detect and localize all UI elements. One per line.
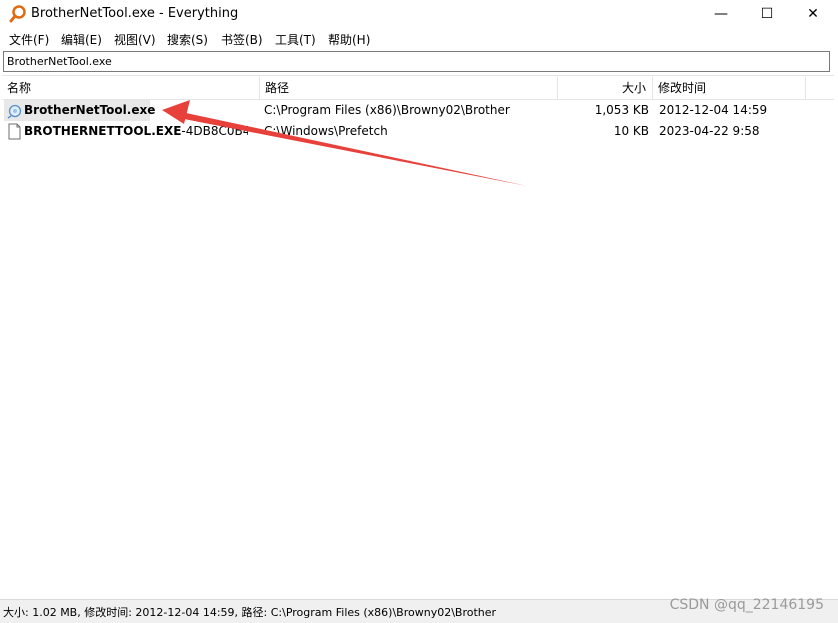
menu-bar: 文件(F) 编辑(E) 视图(V) 搜索(S) 书签(B) 工具(T) 帮助(H… xyxy=(0,28,838,50)
table-row[interactable]: BROTHERNETTOOL.EXE-4DB8C0B4.pf C:\Window… xyxy=(2,121,834,142)
file-name-match: BrotherNetTool.exe xyxy=(24,103,156,117)
table-row[interactable]: BrotherNetTool.exe C:\Program Files (x86… xyxy=(2,100,834,121)
exe-file-icon xyxy=(7,104,22,119)
blank-file-icon xyxy=(8,123,21,140)
file-path: C:\Windows\Prefetch xyxy=(264,124,388,138)
menu-help[interactable]: 帮助(H) xyxy=(328,31,370,48)
title-bar: BrotherNetTool.exe - Everything — ☐ ✕ xyxy=(0,0,838,28)
menu-bookmarks[interactable]: 书签(B) xyxy=(221,31,263,48)
column-modified[interactable]: 修改时间 xyxy=(653,77,806,99)
menu-file[interactable]: 文件(F) xyxy=(9,31,49,48)
column-name[interactable]: 名称 xyxy=(2,77,260,99)
file-modified: 2012-12-04 14:59 xyxy=(659,103,768,117)
file-modified: 2023-04-22 9:58 xyxy=(659,124,760,138)
menu-edit[interactable]: 编辑(E) xyxy=(61,31,102,48)
file-size: 1,053 KB xyxy=(594,103,649,117)
watermark: CSDN @qq_22146195 xyxy=(669,597,824,613)
results-list: 名称 路径 大小 修改时间 BrotherNetTool.exe C:\Prog… xyxy=(2,75,834,601)
file-size: 10 KB xyxy=(613,124,649,138)
menu-view[interactable]: 视图(V) xyxy=(114,31,156,48)
status-text: 大小: 1.02 MB, 修改时间: 2012-12-04 14:59, 路径:… xyxy=(3,606,497,619)
window-title: BrotherNetTool.exe - Everything xyxy=(31,6,239,21)
file-name-rest: -4DB8C0B4.pf xyxy=(181,124,248,138)
column-size[interactable]: 大小 xyxy=(558,77,653,99)
search-input[interactable]: BrotherNetTool.exe xyxy=(3,51,830,72)
file-name: BrotherNetTool.exe xyxy=(24,100,258,121)
maximize-button[interactable]: ☐ xyxy=(744,0,790,28)
close-button[interactable]: ✕ xyxy=(790,0,836,28)
menu-search[interactable]: 搜索(S) xyxy=(167,31,208,48)
file-name-match: BROTHERNETTOOL.EXE xyxy=(24,124,182,138)
minimize-button[interactable]: — xyxy=(698,0,744,28)
menu-tools[interactable]: 工具(T) xyxy=(275,31,316,48)
column-path[interactable]: 路径 xyxy=(260,77,558,99)
file-name: BROTHERNETTOOL.EXE-4DB8C0B4.pf xyxy=(24,121,248,142)
everything-app-icon xyxy=(9,5,26,23)
file-path: C:\Program Files (x86)\Browny02\Brother xyxy=(264,103,510,117)
column-header: 名称 路径 大小 修改时间 xyxy=(2,77,834,100)
